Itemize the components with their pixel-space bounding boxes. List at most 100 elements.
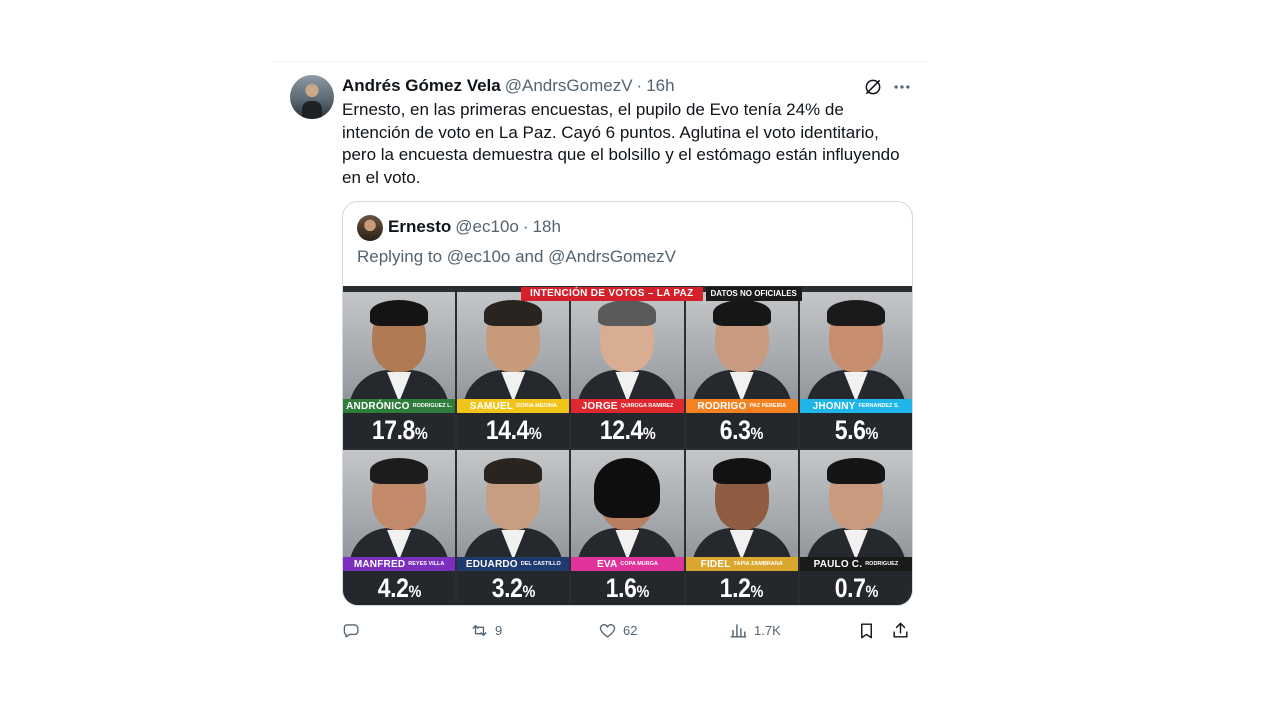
candidate-percent: 4.2%	[378, 573, 421, 604]
candidate-percent: 5.6%	[834, 415, 877, 446]
candidate-photo	[800, 292, 912, 410]
candidate-name-bar: ANDRÓNICO RODRIGUEZ L.	[343, 399, 456, 413]
percent-value: 5.6	[834, 415, 865, 445]
quoted-author-handle[interactable]: @ec10o	[455, 217, 519, 237]
percent-value: 0.7	[834, 573, 865, 603]
views-icon	[730, 624, 747, 638]
candidate-first-name: RODRIGO	[697, 400, 747, 412]
candidate-name-bar: EDUARDO DEL CASTILLO	[457, 557, 570, 571]
percent-value: 6.3	[720, 415, 751, 445]
share-button[interactable]	[891, 621, 910, 640]
candidate-photo	[686, 292, 798, 410]
candidate-percent-bar: 4.2%	[343, 571, 456, 605]
candidate-percent: 14.4%	[485, 415, 542, 446]
author-handle[interactable]: @AndrsGomezV	[505, 76, 633, 96]
candidate-card: FIDEL TAPIA ZAMBRANA 1.2%	[685, 450, 798, 605]
poll-image[interactable]: ANDRÓNICO RODRIGUEZ L. 17.8% SAMUEL DORIA ME…	[343, 286, 912, 605]
candidate-last-name: RODRIGUEZ	[865, 561, 899, 567]
reply-context: Replying to @ec10o and @AndrsGomezV	[357, 247, 676, 266]
candidate-first-name: ANDRÓNICO	[346, 400, 410, 412]
author-name[interactable]: Andrés Gómez Vela	[342, 76, 501, 96]
percent-value: 14.4	[485, 415, 529, 445]
more-horizontal-icon[interactable]	[892, 77, 912, 97]
quoted-tweet-header: Ernesto @ec10o · 18h	[388, 217, 561, 237]
retweet-count: 9	[495, 623, 503, 638]
bookmark-button[interactable]	[857, 621, 876, 640]
candidate-hair	[484, 300, 543, 326]
views-button[interactable]: 1.7K	[729, 621, 781, 640]
candidate-photo	[800, 450, 912, 568]
candidate-percent-bar: 1.2%	[685, 571, 798, 605]
candidate-name-bar: RODRIGO PAZ PEREIRA	[685, 399, 798, 413]
percent-value: 1.2	[720, 573, 751, 603]
candidate-percent-bar: 3.2%	[457, 571, 570, 605]
candidate-hair	[712, 458, 771, 484]
author-avatar[interactable]	[290, 75, 334, 119]
candidate-first-name: PAULO C.	[813, 558, 863, 570]
like-button[interactable]: 62	[598, 621, 637, 640]
share-icon	[893, 622, 908, 638]
candidate-percent-bar: 5.6%	[799, 413, 912, 448]
quoted-timestamp[interactable]: 18h	[533, 217, 561, 237]
percent-value: 3.2	[491, 573, 523, 603]
candidate-card: JHONNY FERNANDEZ S. 5.6%	[799, 292, 912, 448]
candidate-percent: 1.6%	[606, 573, 649, 604]
candidate-card: JORGE QUIROGA RAMIREZ 12.4%	[571, 292, 684, 448]
candidate-name-bar: FIDEL TAPIA ZAMBRANA	[685, 557, 798, 571]
like-count: 62	[623, 623, 638, 638]
quoted-author-name[interactable]: Ernesto	[388, 217, 451, 237]
grok-icon[interactable]	[863, 77, 883, 97]
percent-unit: %	[528, 424, 542, 443]
candidate-first-name: EVA	[596, 558, 618, 570]
separator: ·	[636, 76, 643, 95]
tweet-text: Ernesto, en las primeras encuestas, el p…	[342, 100, 900, 187]
candidate-last-name: DEL CASTILLO	[520, 561, 561, 567]
percent-value: 4.2	[377, 573, 409, 603]
candidate-card: SAMUEL DORIA MEDINA 14.4%	[457, 292, 570, 448]
banner-note: DATOS NO OFICIALES	[705, 286, 802, 301]
candidate-last-name: TAPIA ZAMBRANA	[733, 561, 783, 567]
candidate-card: ANDRÓNICO RODRIGUEZ L. 17.8%	[343, 292, 456, 448]
reply-button[interactable]	[342, 621, 367, 640]
candidate-hair	[826, 458, 885, 484]
percent-value: 1.6	[605, 573, 637, 603]
percent-unit: %	[414, 424, 427, 443]
timestamp[interactable]: 16h	[646, 76, 674, 96]
candidate-percent-bar: 12.4%	[571, 413, 684, 448]
separator: ·	[522, 217, 529, 236]
candidate-first-name: MANFRED	[353, 558, 406, 570]
candidate-grid: ANDRÓNICO RODRIGUEZ L. 17.8% SAMUEL DORIA ME…	[343, 292, 912, 605]
candidate-hair	[370, 300, 429, 326]
like-icon	[599, 624, 616, 638]
retweet-button[interactable]: 9	[470, 621, 502, 640]
views-count: 1.7K	[754, 623, 781, 638]
candidate-first-name: JORGE	[581, 400, 618, 412]
candidate-last-name: QUIROGA RAMIREZ	[620, 403, 674, 409]
banner-title: INTENCIÓN DE VOTOS – LA PAZ	[521, 286, 703, 301]
quoted-author-avatar[interactable]	[357, 215, 383, 241]
candidate-photo	[343, 292, 455, 410]
candidate-last-name: DORIA MEDINA	[516, 403, 557, 409]
percent-unit: %	[864, 424, 878, 443]
candidate-hair	[594, 458, 661, 518]
candidate-first-name: SAMUEL	[469, 400, 514, 412]
tweet-header: Andrés Gómez Vela @AndrsGomezV · 16h	[342, 75, 675, 97]
candidate-percent-bar: 6.3%	[685, 413, 798, 448]
candidate-percent-bar: 0.7%	[799, 571, 912, 605]
candidate-percent: 6.3%	[720, 415, 763, 446]
candidate-photo	[343, 450, 455, 568]
candidate-hair	[598, 300, 657, 326]
candidate-last-name: FERNANDEZ S.	[858, 403, 900, 409]
retweet-icon	[472, 625, 487, 636]
percent-value: 12.4	[599, 415, 643, 445]
candidate-percent-bar: 14.4%	[457, 413, 570, 448]
candidate-photo	[457, 450, 569, 568]
percent-unit: %	[750, 582, 764, 601]
candidate-card: EDUARDO DEL CASTILLO 3.2%	[457, 450, 570, 605]
candidate-card: MANFRED REYES VILLA 4.2%	[343, 450, 456, 605]
tweet-actions: 9 62 1.7K	[342, 621, 914, 641]
quoted-tweet[interactable]: Ernesto @ec10o · 18h Replying to @ec10o …	[342, 201, 913, 606]
percent-unit: %	[750, 424, 764, 443]
candidate-percent: 1.2%	[720, 573, 763, 604]
tweet[interactable]: Andrés Gómez Vela @AndrsGomezV · 16h Ern…	[272, 62, 928, 662]
